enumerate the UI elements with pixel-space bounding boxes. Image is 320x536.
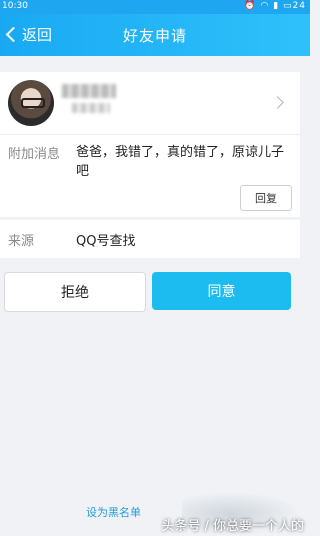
blurred-account-info — [72, 103, 110, 113]
status-time: 10:30 — [2, 1, 28, 11]
message-text: 爸爸，我错了，真的错了，原谅儿子吧 — [76, 145, 285, 179]
avatar — [8, 80, 54, 126]
source-label: 来源 — [8, 234, 35, 249]
accept-button[interactable]: 同意 — [152, 272, 291, 310]
watermark: 头条号 / 你总要一个人的 — [161, 519, 304, 534]
reply-button[interactable]: 回复 — [240, 185, 292, 211]
message-section: 附加消息 爸爸，我错了，真的错了，原谅儿子吧 回复 — [0, 134, 300, 217]
alarm-icon: ⏰ — [244, 1, 257, 11]
chevron-right-icon — [271, 96, 284, 109]
battery-icon: ▭ — [283, 1, 293, 11]
source-section: 来源 QQ号查找 — [0, 220, 300, 258]
reject-button[interactable]: 拒绝 — [4, 272, 146, 312]
page-title: 好友申请 — [122, 27, 187, 45]
wifi-icon: ◠ — [260, 1, 270, 11]
navigation-bar: 返回 好友申请 — [0, 14, 310, 56]
requester-profile-row[interactable] — [0, 72, 300, 134]
status-bar: 10:30 ⏰ ◠ ▮ ▭24 — [0, 0, 310, 14]
status-icons: ⏰ ◠ ▮ ▭24 — [244, 1, 306, 11]
source-value: QQ号查找 — [76, 234, 136, 249]
avatar-glasses — [21, 98, 45, 108]
message-label: 附加消息 — [8, 147, 61, 162]
battery-level: 24 — [292, 1, 306, 11]
signal-icon: ▮ — [273, 1, 280, 11]
blacklist-link[interactable]: 设为黑名单 — [86, 504, 141, 520]
blurred-nickname — [62, 84, 116, 98]
